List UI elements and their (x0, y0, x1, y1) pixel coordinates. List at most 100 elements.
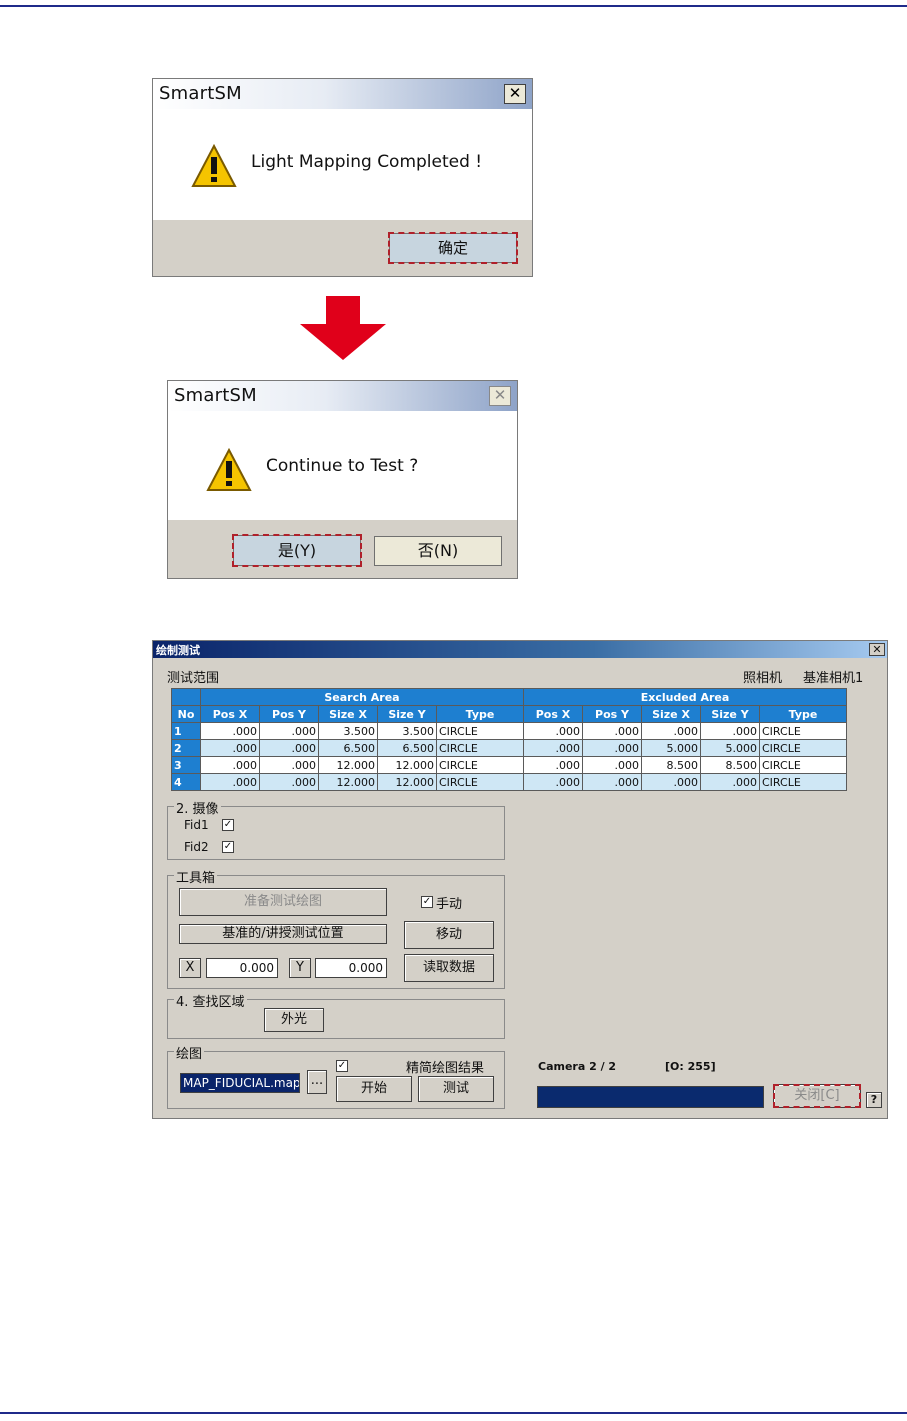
table-cell: .000 (582, 773, 642, 791)
table-cell: .000 (523, 773, 583, 791)
table-cell: CIRCLE (759, 773, 847, 791)
search-area-group: 4. 查找区域 外光 (167, 991, 505, 1039)
table-cell: .000 (523, 756, 583, 774)
prepare-test-button[interactable]: 准备测试绘图 (179, 888, 387, 916)
manual-checkbox[interactable]: ✓ (421, 896, 433, 908)
table-cell: .000 (259, 773, 319, 791)
y-input[interactable]: 0.000 (315, 958, 387, 978)
yes-button[interactable]: 是(Y) (232, 534, 362, 567)
column-header: Pos X (200, 705, 260, 723)
table-cell: .000 (523, 739, 583, 757)
start-button[interactable]: 开始 (336, 1076, 412, 1102)
top-rule (0, 5, 907, 7)
row-number: 1 (171, 722, 201, 740)
external-light-button[interactable]: 外光 (264, 1008, 324, 1032)
draw-group: 绘图 MAP_FIDUCIAL.map ... ✓ 精简绘图结果 开始 测试 (167, 1043, 505, 1109)
table-cell: .000 (700, 773, 760, 791)
corner-cell (171, 688, 201, 706)
fid2-checkbox[interactable]: ✓ (222, 841, 234, 853)
table-cell: .000 (200, 756, 260, 774)
camera-group-title: 2. 摄像 (174, 798, 221, 817)
column-header: Size Y (700, 705, 760, 723)
move-button[interactable]: 移动 (404, 921, 494, 949)
close-icon[interactable]: ✕ (869, 643, 885, 656)
table-cell: .000 (200, 773, 260, 791)
table-cell: CIRCLE (436, 739, 524, 757)
column-header: Type (759, 705, 847, 723)
close-button[interactable]: 关闭[C] (773, 1084, 861, 1108)
table-cell: 12.000 (377, 756, 437, 774)
column-header: Size X (641, 705, 701, 723)
table-cell: 3.500 (377, 722, 437, 740)
table-row[interactable]: 1.000.000 3.500 3.500 CIRCLE .000.000.000.00… (171, 722, 847, 740)
table-cell: .000 (259, 756, 319, 774)
close-icon[interactable]: ✕ (489, 386, 511, 406)
camera-label: 照相机 (743, 671, 783, 686)
toolbox-title: 工具箱 (174, 867, 218, 886)
table-cell: CIRCLE (436, 773, 524, 791)
table-cell: 12.000 (318, 773, 378, 791)
dialog-message: Light Mapping Completed ! (251, 152, 483, 172)
table-row[interactable]: 4.000.000 12.000 12.000 CIRCLE .000.000.000.… (171, 773, 847, 791)
table-row[interactable]: 3.000.000 12.000 12.000 CIRCLE .000.000 8.500… (171, 756, 847, 774)
draw-group-title: 绘图 (174, 1043, 205, 1062)
search-area-header: Search Area (200, 688, 524, 706)
no-button[interactable]: 否(N) (374, 536, 502, 566)
window-title: 绘制测试 (156, 644, 200, 657)
help-button[interactable]: ? (866, 1092, 882, 1108)
table-cell: .000 (641, 773, 701, 791)
table-cell: 8.500 (641, 756, 701, 774)
fid1-checkbox[interactable]: ✓ (222, 819, 234, 831)
column-header: Pos Y (582, 705, 642, 723)
section-label: 测试范围 (167, 671, 220, 686)
close-icon[interactable]: ✕ (504, 84, 526, 104)
read-data-button[interactable]: 读取数据 (404, 954, 494, 982)
table-cell: CIRCLE (759, 722, 847, 740)
row-number: 2 (171, 739, 201, 757)
column-header: Size Y (377, 705, 437, 723)
table-row[interactable]: 2.000.000 6.500 6.500 CIRCLE .000.000 5.000 5.… (171, 739, 847, 757)
x-label: X (179, 958, 201, 978)
search-area-title: 4. 查找区域 (174, 991, 247, 1010)
test-button[interactable]: 测试 (418, 1076, 494, 1102)
dialog-title: SmartSM (174, 385, 257, 406)
ok-button[interactable]: 确定 (388, 232, 518, 264)
dialog-title-bar[interactable]: SmartSM ✕ (153, 79, 532, 109)
light-mapping-dialog: SmartSM ✕ Light Mapping Completed ! 确定 (152, 78, 533, 277)
table-cell: 5.000 (641, 739, 701, 757)
excluded-area-header: Excluded Area (523, 688, 847, 706)
browse-button[interactable]: ... (307, 1070, 327, 1094)
table-cell: .000 (700, 722, 760, 740)
table-cell: 5.000 (700, 739, 760, 757)
table-cell: CIRCLE (759, 739, 847, 757)
map-file-input[interactable]: MAP_FIDUCIAL.map (180, 1073, 300, 1093)
draw-test-window: 绘制测试 ✕ 测试范围 照相机 基准相机1 Search Area Exclud… (152, 640, 888, 1119)
column-header: No (171, 705, 201, 723)
dialog-title-bar[interactable]: SmartSM ✕ (168, 381, 517, 411)
simplify-label: 精简绘图结果 (406, 1061, 485, 1076)
row-number: 3 (171, 756, 201, 774)
fid1-label: Fid1 (184, 818, 209, 832)
table-cell: CIRCLE (436, 722, 524, 740)
simplify-checkbox[interactable]: ✓ (336, 1060, 348, 1072)
table-cell: .000 (582, 722, 642, 740)
toolbox-group: 工具箱 准备测试绘图 ✓ 手动 基准的/讲授测试位置 移动 X 0.000 Y … (167, 867, 505, 989)
table-cell: .000 (200, 722, 260, 740)
column-header: Pos Y (259, 705, 319, 723)
table-cell: CIRCLE (759, 756, 847, 774)
table-cell: 6.500 (377, 739, 437, 757)
dialog-body: Light Mapping Completed ! (153, 109, 532, 220)
table-cell: .000 (259, 722, 319, 740)
dialog-message: Continue to Test ? (266, 456, 419, 476)
camera-status: Camera 2 / 2 (538, 1060, 617, 1073)
reference-position-button[interactable]: 基准的/讲授测试位置 (179, 924, 387, 944)
continue-test-dialog: SmartSM ✕ Continue to Test ? 是(Y) 否(N) (167, 380, 518, 579)
window-title-bar[interactable]: 绘制测试 ✕ (153, 641, 887, 658)
table-cell: .000 (259, 739, 319, 757)
x-input[interactable]: 0.000 (206, 958, 278, 978)
row-number: 4 (171, 773, 201, 791)
table-cell: 3.500 (318, 722, 378, 740)
table-cell: .000 (582, 739, 642, 757)
camera-group: 2. 摄像 Fid1 ✓ Fid2 ✓ (167, 798, 505, 860)
column-header: Size X (318, 705, 378, 723)
